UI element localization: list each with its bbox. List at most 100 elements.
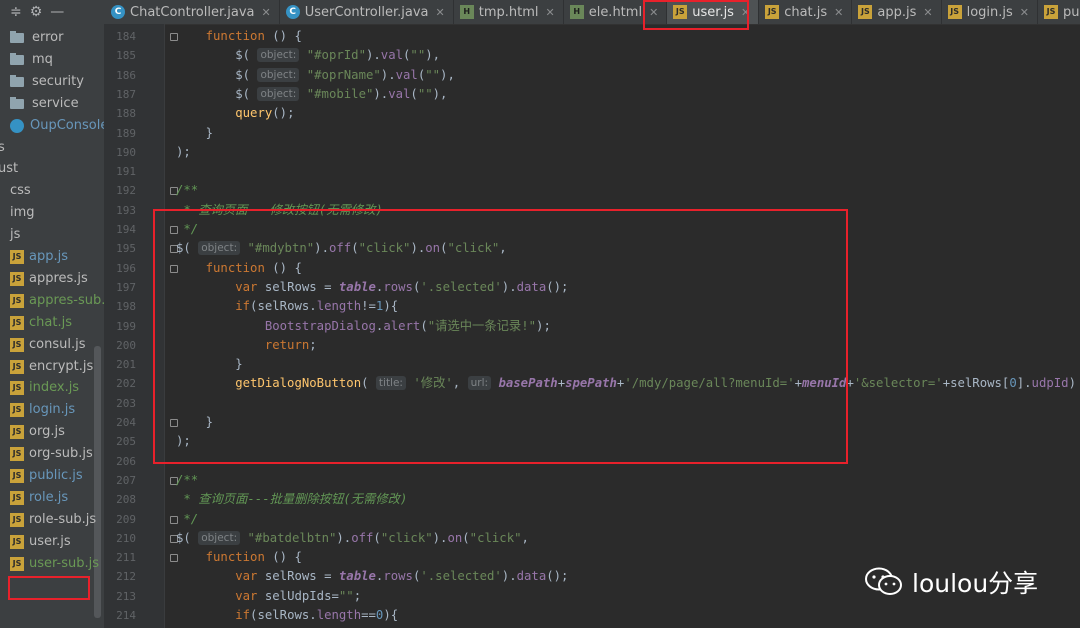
code-line[interactable]: if(selRows.length==0){ — [176, 606, 398, 625]
line-number: 196 — [116, 261, 136, 275]
tree-item-label: css — [10, 183, 31, 199]
close-tab-icon[interactable]: ✕ — [262, 6, 271, 19]
tree-item-label: chat.js — [29, 314, 72, 330]
js-file-icon: JS — [10, 469, 24, 483]
tree-item-s[interactable]: s — [0, 137, 5, 159]
line-number: 189 — [116, 126, 136, 140]
tree-item-user-js[interactable]: JS user.js — [10, 531, 71, 553]
tree-item-label: ust — [0, 161, 19, 177]
tree-item-label: encrypt.js — [29, 358, 94, 374]
tree-item-js[interactable]: js — [10, 224, 20, 246]
js-file-icon: JS — [10, 534, 24, 549]
code-line[interactable]: /** — [176, 181, 198, 200]
tab-login-js[interactable]: JS login.js ✕ — [942, 0, 1038, 24]
close-tab-icon[interactable]: ✕ — [1020, 6, 1029, 19]
sidebar-scrollbar[interactable] — [94, 346, 101, 618]
code-line[interactable]: } — [176, 124, 213, 143]
tree-item-login-js[interactable]: JS login.js — [10, 399, 75, 421]
code-line[interactable]: function () { — [176, 27, 302, 46]
folder-icon — [10, 31, 24, 43]
tab-tmp-html[interactable]: Htmp.html ✕ — [454, 0, 564, 24]
tree-item-consul-js[interactable]: JS consul.js — [10, 334, 85, 356]
line-number: 193 — [116, 203, 136, 217]
tree-item-label: OupConsoleApp — [30, 117, 104, 133]
tree-item-label: s — [0, 139, 5, 155]
line-number: 191 — [116, 165, 136, 179]
close-tab-icon[interactable]: ✕ — [923, 6, 932, 19]
code-highlight-box — [153, 209, 848, 464]
editor-tab-bar: C ChatController.java ✕ C UserController.jav… — [105, 0, 1080, 25]
tab-usercontroller-java[interactable]: C UserController.java ✕ — [280, 0, 454, 24]
tab-label: tmp.html — [478, 4, 539, 20]
tab-app-js[interactable]: JS app.js ✕ — [852, 0, 942, 24]
tree-item-label: service — [32, 95, 79, 111]
tree-item-user-sub-js[interactable]: JS user-sub.js — [10, 553, 99, 575]
tree-item-label: mq — [32, 51, 53, 67]
tab-chatcontroller-java[interactable]: C ChatController.java ✕ — [105, 0, 280, 24]
line-number: 184 — [116, 30, 136, 43]
tree-item-oupconsoleapp[interactable]: OupConsoleApp — [10, 115, 104, 137]
tree-item-label: login.js — [29, 402, 76, 418]
tree-item-label: appres.js — [29, 270, 88, 286]
close-tab-icon[interactable]: ✕ — [436, 6, 445, 19]
tab-chat-js[interactable]: JS chat.js ✕ — [759, 0, 853, 24]
tree-item-chat-js[interactable]: JS chat.js — [10, 312, 72, 334]
tree-item-public-js[interactable]: JS public.js — [10, 465, 83, 487]
tree-item-ust[interactable]: ust — [0, 158, 18, 180]
tree-item-org-js[interactable]: JS org.js — [10, 421, 65, 443]
tree-item-label: user-sub.js — [29, 555, 99, 571]
js-file-icon: JS — [10, 425, 24, 440]
code-line[interactable]: $( object: "#oprName").val(""), — [176, 66, 455, 85]
js-file-icon: JS — [10, 293, 24, 308]
collapse-icon[interactable]: ≑ — [10, 4, 22, 20]
code-line[interactable]: $( object: "#batdelbtn").off("click").on… — [176, 529, 529, 548]
tree-item-error[interactable]: error — [10, 27, 63, 49]
code-line[interactable]: var selRows = table.rows('.selected').da… — [176, 567, 568, 586]
tree-item-appres-js[interactable]: JS appres.js — [10, 268, 88, 290]
tree-item-index-js[interactable]: JS index.js — [10, 377, 79, 399]
html-file-icon: H — [569, 5, 584, 19]
code-line[interactable]: var selUdpIds=""; — [176, 587, 361, 606]
tree-item-org-sub-js[interactable]: JS org-sub.js — [10, 443, 93, 465]
js-file-icon: JS — [1044, 5, 1058, 19]
line-number: 197 — [116, 280, 136, 294]
code-line[interactable]: $( object: "#oprId").val(""), — [176, 46, 440, 65]
tree-item-label: user.js — [29, 533, 71, 549]
line-number: 188 — [116, 107, 136, 121]
tree-item-img[interactable]: img — [10, 202, 35, 224]
line-number: 210 — [116, 531, 136, 545]
tree-item-appres-sub-js[interactable]: JS appres-sub.js — [10, 290, 104, 312]
close-tab-icon[interactable]: ✕ — [834, 6, 843, 19]
tree-item-service[interactable]: service — [10, 93, 79, 115]
folder-icon — [10, 74, 24, 87]
tree-item-label: role-sub.js — [29, 511, 97, 527]
tree-item-css[interactable]: css — [10, 180, 31, 202]
java-file-icon: C — [111, 5, 125, 19]
line-number: 209 — [116, 512, 136, 526]
gear-icon[interactable]: ⚙ — [30, 4, 43, 20]
close-tab-icon[interactable]: ✕ — [545, 6, 554, 19]
tree-item-label: public.js — [29, 468, 83, 483]
js-file-icon: JS — [10, 337, 24, 352]
tree-item-security[interactable]: security — [10, 71, 84, 93]
minus-icon[interactable]: — — [50, 4, 64, 20]
tree-item-app-js[interactable]: JS app.js — [10, 246, 68, 268]
js-file-icon: JS — [10, 490, 24, 505]
code-line[interactable]: * 查询页面---批量删除按钮(无需修改) — [176, 490, 407, 509]
code-line[interactable]: $( object: "#mobile").val(""), — [176, 85, 447, 104]
js-file-icon: JS — [10, 381, 24, 396]
code-line[interactable]: /** — [176, 471, 198, 490]
tree-item-mq[interactable]: mq — [10, 49, 53, 71]
line-number: 207 — [116, 473, 136, 487]
code-line[interactable]: */ — [176, 510, 198, 529]
code-line[interactable]: query(); — [176, 104, 294, 123]
code-line[interactable]: function () { — [176, 548, 302, 567]
tree-item-role-js[interactable]: JS role.js — [10, 487, 68, 509]
folder-icon — [10, 96, 24, 109]
tree-item-encrypt-js[interactable]: JS encrypt.js — [10, 356, 93, 378]
tree-item-role-sub-js[interactable]: JS role-sub.js — [10, 509, 96, 531]
line-number: 190 — [116, 145, 136, 159]
code-line[interactable]: ); — [176, 143, 191, 162]
tab-public[interactable]: JS public — [1038, 0, 1080, 24]
line-number: 186 — [116, 68, 136, 82]
